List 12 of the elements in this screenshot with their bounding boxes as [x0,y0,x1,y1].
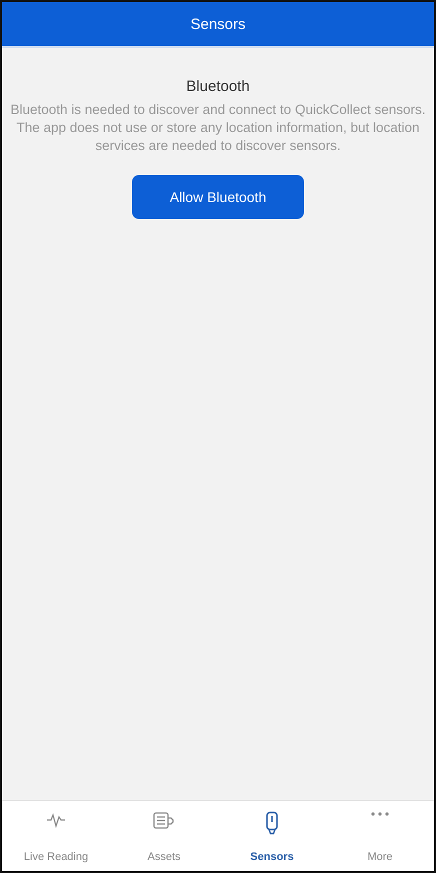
pulse-icon [46,811,66,829]
description-text: Bluetooth is needed to discover and connect to QuickCollect sensors. The app does not use or store any location information, but location services are needed to discover sensors. [10,101,426,155]
tab[interactable]: Live Reading [2,801,110,871]
screen-title: Sensors [190,16,246,32]
allow-bluetooth-button[interactable]: Allow Bluetooth [132,175,304,219]
more-icon [370,811,390,817]
sensor-icon [265,811,279,835]
section-title: Bluetooth [186,78,250,95]
motor-icon [152,811,176,831]
tab[interactable]: More [326,801,434,871]
tab[interactable]: Sensors [218,801,326,871]
tab[interactable]: Assets [110,801,218,871]
